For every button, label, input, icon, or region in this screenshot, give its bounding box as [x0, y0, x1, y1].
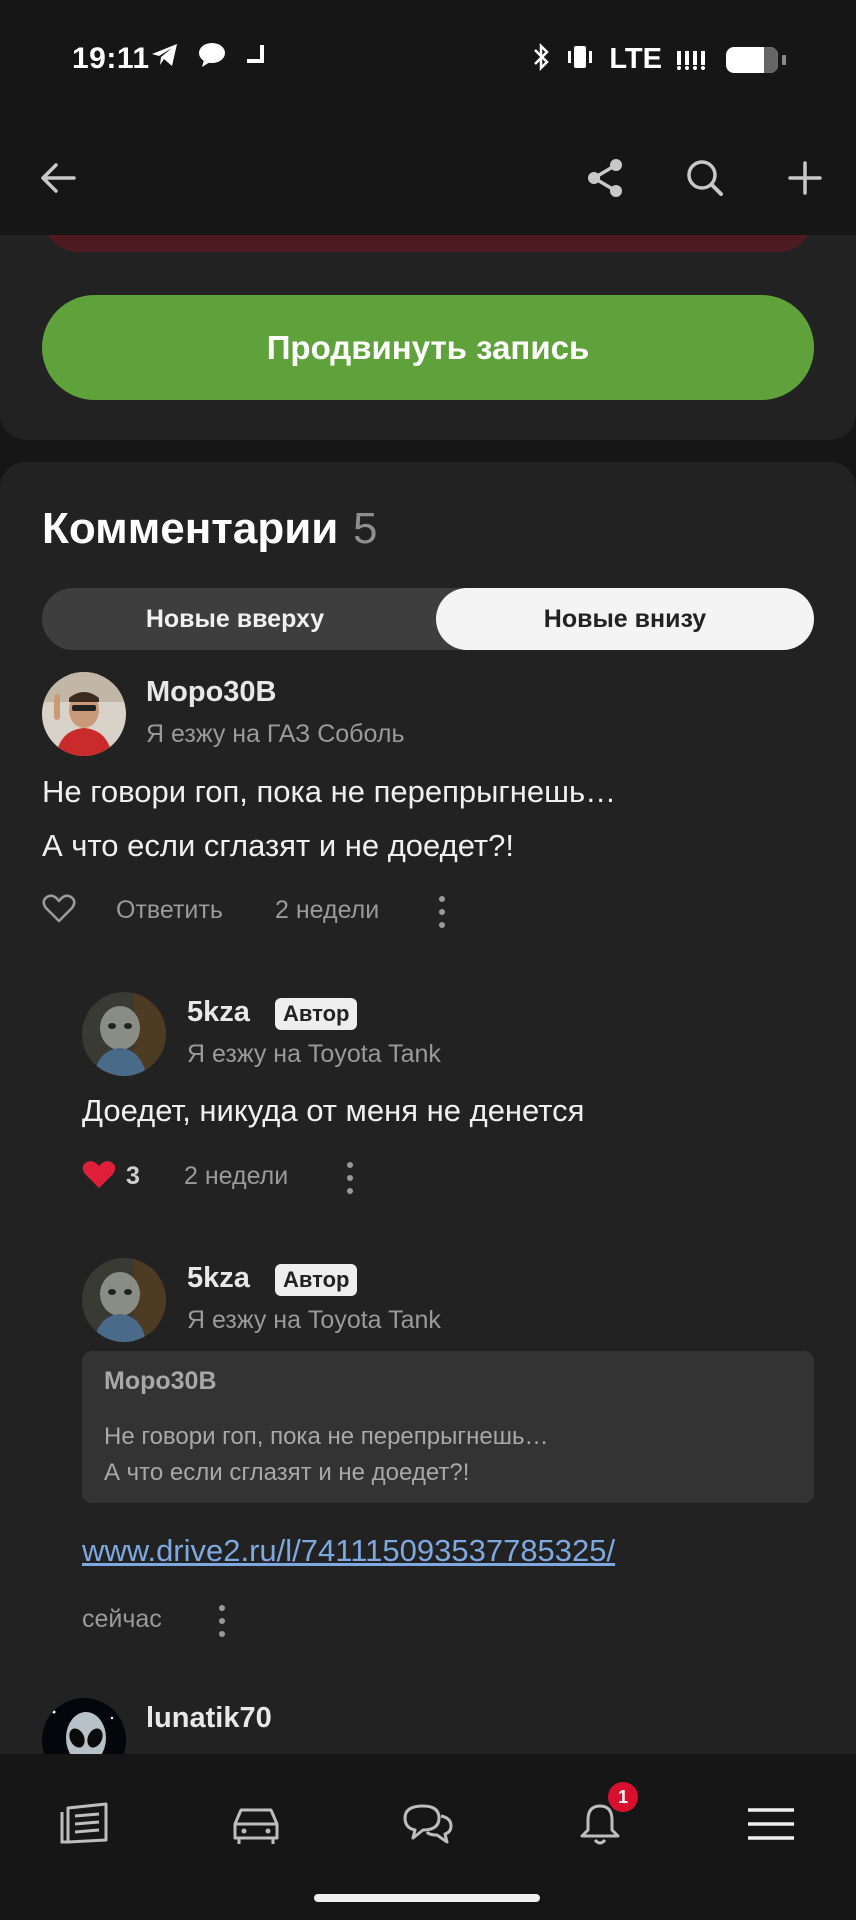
comment-text: Не говори гоп, пока не перепрыгнешь… А ч…: [42, 765, 616, 873]
back-arrow-icon[interactable]: [30, 150, 86, 206]
comments-count: 5: [353, 504, 378, 553]
notch-icon: [244, 43, 268, 72]
menu-icon[interactable]: [741, 1794, 801, 1854]
liked-heart-icon[interactable]: [82, 1160, 116, 1195]
quote-text: Не говори гоп, пока не перепрыгнешь… А ч…: [104, 1419, 548, 1491]
comment-text-line: Не говори гоп, пока не перепрыгнешь…: [42, 774, 617, 809]
comment-time: сейчас: [82, 1605, 162, 1633]
messages-icon[interactable]: [398, 1794, 458, 1854]
home-indicator[interactable]: [314, 1894, 540, 1902]
share-icon[interactable]: [578, 150, 634, 206]
comment-author-car[interactable]: Я езжу на ГАЗ Соболь: [146, 720, 404, 749]
car-icon[interactable]: [226, 1794, 286, 1854]
author-badge: Автор: [275, 1264, 358, 1296]
status-time: 19:11: [72, 42, 150, 75]
quote-author: Моро30В: [104, 1367, 217, 1395]
avatar[interactable]: [82, 992, 166, 1076]
sort-newest-top[interactable]: Новые вверху: [42, 588, 428, 650]
plus-icon[interactable]: [777, 150, 833, 206]
comment-author-car[interactable]: Я езжу на Toyota Tank: [187, 1040, 441, 1069]
feed-icon[interactable]: [55, 1794, 115, 1854]
telegram-icon: [150, 42, 180, 73]
more-options-icon[interactable]: [432, 896, 452, 928]
vibrate-icon: [565, 42, 595, 77]
comment-text: Доедет, никуда от меня не денется: [82, 1093, 585, 1128]
battery-icon: [726, 46, 778, 73]
avatar[interactable]: [42, 672, 126, 756]
comment-time: 2 недели: [275, 896, 380, 924]
quoted-comment[interactable]: Моро30В Не говори гоп, пока не перепрыгн…: [82, 1351, 814, 1503]
like-count: 3: [126, 1162, 140, 1190]
quote-text-line: Не говори гоп, пока не перепрыгнешь…: [104, 1423, 549, 1450]
comment-time: 2 недели: [184, 1162, 289, 1190]
notification-badge: 1: [608, 1782, 638, 1812]
reply-button[interactable]: Ответить: [116, 896, 223, 925]
network-type: LTE: [609, 43, 662, 75]
status-bar: 19:11 LTE: [0, 0, 856, 120]
sort-newest-bottom[interactable]: Новые внизу: [436, 588, 814, 650]
notifications-icon[interactable]: 1: [570, 1782, 638, 1854]
like-icon[interactable]: [42, 894, 76, 929]
comment-author[interactable]: Моро30В: [146, 676, 277, 709]
bottom-navigation: 1: [0, 1754, 856, 1920]
status-right-icons: LTE: [531, 42, 786, 77]
status-left-icons: [150, 42, 268, 73]
search-icon[interactable]: [677, 150, 733, 206]
signal-icon: [676, 43, 712, 76]
quote-text-line: А что если сглазят и не доедет?!: [104, 1459, 470, 1486]
comment-author[interactable]: 5kza: [187, 996, 250, 1029]
comments-title: Комментарии: [42, 504, 339, 553]
avatar[interactable]: [82, 1258, 166, 1342]
comment-text-line: А что если сглазят и не доедет?!: [42, 828, 514, 863]
more-options-icon[interactable]: [340, 1162, 360, 1194]
top-app-bar: [0, 120, 856, 235]
comment-link[interactable]: www.drive2.ru/l/741115093537785325/: [82, 1533, 615, 1569]
comment-author[interactable]: lunatik70: [146, 1702, 272, 1735]
more-options-icon[interactable]: [212, 1605, 232, 1637]
comments-section: Комментарии 5 Новые вверху Новые внизу М…: [0, 462, 856, 1782]
author-badge: Автор: [275, 998, 358, 1030]
chat-bubble-icon: [198, 42, 226, 73]
comment-author-car[interactable]: Я езжу на Toyota Tank: [187, 1306, 441, 1335]
promote-post-button[interactable]: Продвинуть запись: [42, 295, 814, 400]
post-actions-card: Продвинуть запись: [0, 180, 856, 440]
comment-author[interactable]: 5kza: [187, 1262, 250, 1295]
bluetooth-icon: [531, 42, 551, 77]
comments-sort-toggle: Новые вверху Новые внизу: [42, 588, 814, 650]
